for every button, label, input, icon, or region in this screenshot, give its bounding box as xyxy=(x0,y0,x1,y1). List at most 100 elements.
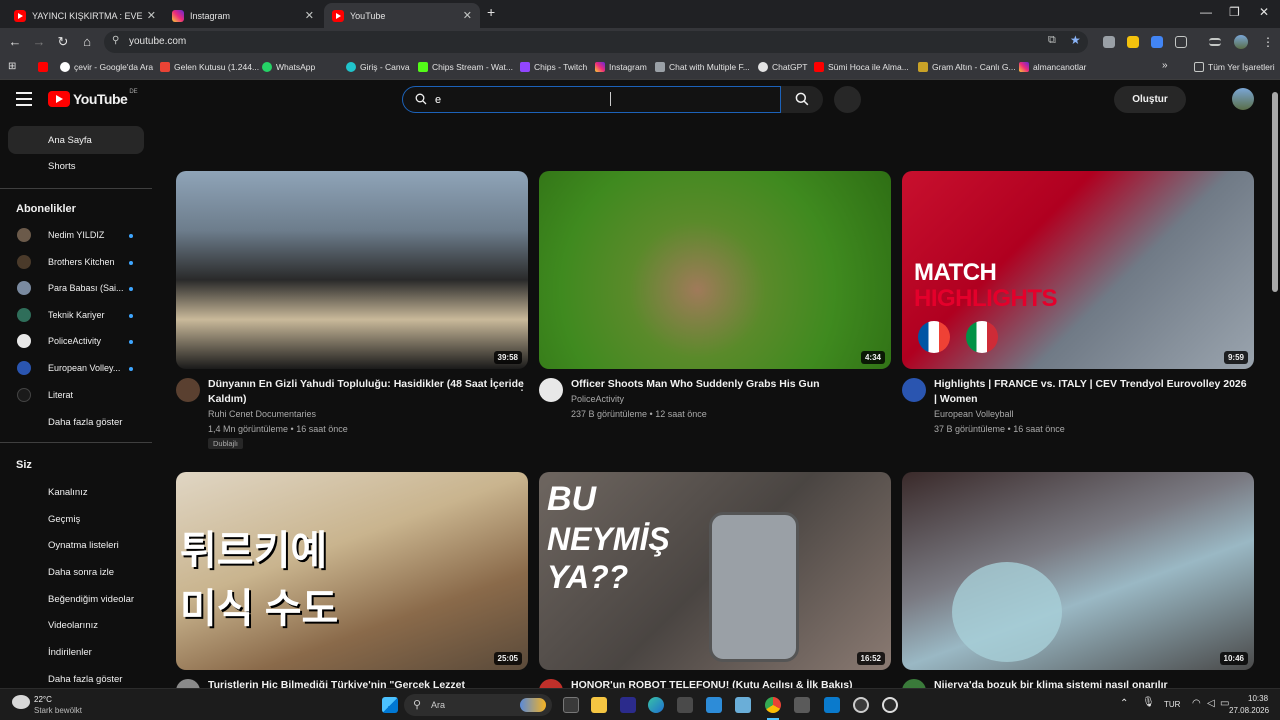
video-thumbnail[interactable]: 10:46 xyxy=(902,472,1254,670)
video-title[interactable]: Officer Shoots Man Who Suddenly Grabs Hi… xyxy=(571,377,889,392)
channel-avatar[interactable] xyxy=(902,378,926,402)
forward-icon[interactable]: → xyxy=(30,33,48,51)
bookmark-4[interactable]: Giriş - Canva xyxy=(346,62,410,72)
restore-icon[interactable]: ❐ xyxy=(1229,5,1240,19)
home-icon[interactable]: ⌂ xyxy=(78,33,96,51)
new-tab-button[interactable]: + xyxy=(487,4,495,20)
back-icon[interactable]: ← xyxy=(6,33,24,51)
app-icon[interactable] xyxy=(794,697,810,713)
close-icon[interactable]: ✕ xyxy=(305,9,314,22)
bookmark-8[interactable]: Chat with Multiple F... xyxy=(655,62,750,72)
microphone-icon[interactable]: 🎙 xyxy=(1142,697,1155,708)
sidebar-item-downloads[interactable]: İndirilenler xyxy=(8,638,144,666)
chevron-up-icon[interactable]: ⌃ xyxy=(1120,698,1128,709)
subscription-item[interactable]: Literat xyxy=(8,382,144,408)
youtube-logo[interactable]: YouTube DE xyxy=(48,89,138,107)
video-thumbnail[interactable]: BU NEYMİŞ YA?? 16:52 xyxy=(539,472,891,670)
app-icon[interactable] xyxy=(735,697,751,713)
bookmarks-more-button[interactable]: » xyxy=(1162,60,1168,71)
language-indicator[interactable]: TUR xyxy=(1164,700,1180,709)
minimize-icon[interactable]: — xyxy=(1200,5,1212,19)
bookmark-11[interactable]: Gram Altın - Canlı G... xyxy=(918,62,1016,72)
site-info-icon[interactable]: ⚲ xyxy=(112,35,119,46)
all-bookmarks-button[interactable]: Tüm Yer İşaretleri xyxy=(1194,62,1275,72)
subscription-item[interactable]: Para Babası (Sai... xyxy=(8,275,144,301)
video-title[interactable]: Highlights | FRANCE vs. ITALY | CEV Tren… xyxy=(934,377,1252,407)
bookmark-3[interactable]: WhatsApp xyxy=(262,62,315,72)
apps-grid-icon[interactable]: ⊞ xyxy=(8,61,16,72)
profile-avatar-icon[interactable] xyxy=(1234,35,1248,49)
sidebar-item-watch-later[interactable]: Daha sonra izle xyxy=(8,558,144,586)
menu-kebab-icon[interactable]: ⋮ xyxy=(1262,35,1274,49)
video-thumbnail[interactable]: 4:34 xyxy=(539,171,891,369)
file-explorer-icon[interactable] xyxy=(591,697,607,713)
close-window-icon[interactable]: ✕ xyxy=(1259,5,1269,19)
tab-1[interactable]: YAYINCI KIŞKIRTMA : EVE DÖNÜ ✕ xyxy=(6,3,164,28)
channel-avatar[interactable] xyxy=(539,378,563,402)
app-icon[interactable] xyxy=(706,697,722,713)
more-actions-icon[interactable]: ⋮ xyxy=(516,379,528,393)
search-button[interactable] xyxy=(781,86,823,113)
sidebar-item-history[interactable]: Geçmiş xyxy=(8,505,144,533)
close-icon[interactable]: ✕ xyxy=(147,9,156,22)
subscriptions-heading[interactable]: Abonelikler xyxy=(16,203,76,215)
windows-start-icon[interactable] xyxy=(382,697,398,713)
vscode-icon[interactable] xyxy=(824,697,840,713)
sidebar-item-playlists[interactable]: Oynatma listeleri xyxy=(8,531,144,559)
reload-icon[interactable]: ↻ xyxy=(54,33,72,51)
video-card[interactable]: 4:34 Officer Shoots Man Who Suddenly Gra… xyxy=(539,171,891,431)
video-thumbnail[interactable]: MATCH HIGHLIGHTS 9:59 xyxy=(902,171,1254,369)
bookmark-9[interactable]: ChatGPT xyxy=(758,62,807,72)
account-avatar[interactable] xyxy=(1232,88,1254,110)
bookmark-12[interactable]: almancanotlar xyxy=(1019,62,1086,72)
app-icon[interactable] xyxy=(882,697,898,713)
sidebar-item-your-channel[interactable]: Kanalınız xyxy=(8,478,144,506)
video-title[interactable]: Dünyanın En Gizli Yahudi Topluluğu: Hasi… xyxy=(208,377,526,407)
sidebar-item-liked-videos[interactable]: Beğendiğim videolar xyxy=(8,585,144,613)
video-thumbnail[interactable]: 39:58 xyxy=(176,171,528,369)
sidebar-item-shorts[interactable]: Shorts xyxy=(8,152,144,180)
extensions-puzzle-icon[interactable] xyxy=(1175,36,1187,48)
task-view-icon[interactable] xyxy=(563,697,579,713)
chrome-icon[interactable] xyxy=(765,697,781,713)
video-card[interactable]: BU NEYMİŞ YA?? 16:52 HONOR'un ROBOT TELE… xyxy=(539,472,891,703)
store-icon[interactable] xyxy=(677,697,693,713)
subscription-item[interactable]: European Volley... xyxy=(8,355,144,381)
reading-list-icon[interactable] xyxy=(1209,38,1221,46)
show-more-subscriptions-button[interactable]: Daha fazla göster xyxy=(8,408,144,436)
tab-2[interactable]: Instagram ✕ xyxy=(164,3,322,28)
voice-search-button[interactable] xyxy=(834,86,861,113)
bookmark-star-icon[interactable]: ★ xyxy=(1070,33,1081,47)
subscription-item[interactable]: Teknik Kariyer xyxy=(8,302,144,328)
bookmark-2[interactable]: Gelen Kutusu (1.244... xyxy=(160,62,259,72)
bookmark-5[interactable]: Chips Stream - Wat... xyxy=(418,62,513,72)
address-bar[interactable]: ⚲ youtube.com ⧉ ★ xyxy=(104,31,1088,53)
channel-name[interactable]: Ruhi Cenet Documentaries xyxy=(208,409,316,419)
subscription-item[interactable]: PoliceActivity xyxy=(8,328,144,354)
volume-icon[interactable]: ◁ xyxy=(1207,698,1215,709)
weather-temp[interactable]: 22°C xyxy=(34,695,52,704)
bookmark-1[interactable]: çevir - Google'da Ara xyxy=(60,62,153,72)
sidebar-item-your-videos[interactable]: Videolarınız xyxy=(8,611,144,639)
extension-camera-icon[interactable] xyxy=(1103,36,1115,48)
you-heading[interactable]: Siz xyxy=(16,459,32,471)
subscription-item[interactable]: Brothers Kitchen xyxy=(8,249,144,275)
cast-icon[interactable]: ⧉ xyxy=(1048,34,1056,47)
video-card[interactable]: MATCH HIGHLIGHTS 9:59 Highlights | FRANC… xyxy=(902,171,1254,441)
extension-audio-icon[interactable] xyxy=(1151,36,1163,48)
edge-icon[interactable] xyxy=(648,697,664,713)
bookmark-10[interactable]: Sümi Hoca ile Alma... xyxy=(814,62,909,72)
wifi-icon[interactable]: ◠ xyxy=(1192,698,1201,709)
video-card[interactable]: 10:46 Nijerya'da bozuk bir klima sistemi… xyxy=(902,472,1254,703)
scrollbar-thumb[interactable] xyxy=(1272,92,1278,292)
premiere-pro-icon[interactable] xyxy=(620,697,636,713)
channel-name[interactable]: European Volleyball xyxy=(934,409,1014,419)
bookmark-7[interactable]: Instagram xyxy=(595,62,647,72)
bookmark-6[interactable]: Chips - Twitch xyxy=(520,62,587,72)
clock-date[interactable]: 27.08.2026 xyxy=(1229,706,1269,715)
tab-3[interactable]: YouTube ✕ xyxy=(324,3,480,28)
clock-time[interactable]: 10:38 xyxy=(1248,694,1268,703)
close-icon[interactable]: ✕ xyxy=(463,9,472,22)
app-icon[interactable] xyxy=(853,697,869,713)
menu-icon[interactable] xyxy=(16,92,32,106)
